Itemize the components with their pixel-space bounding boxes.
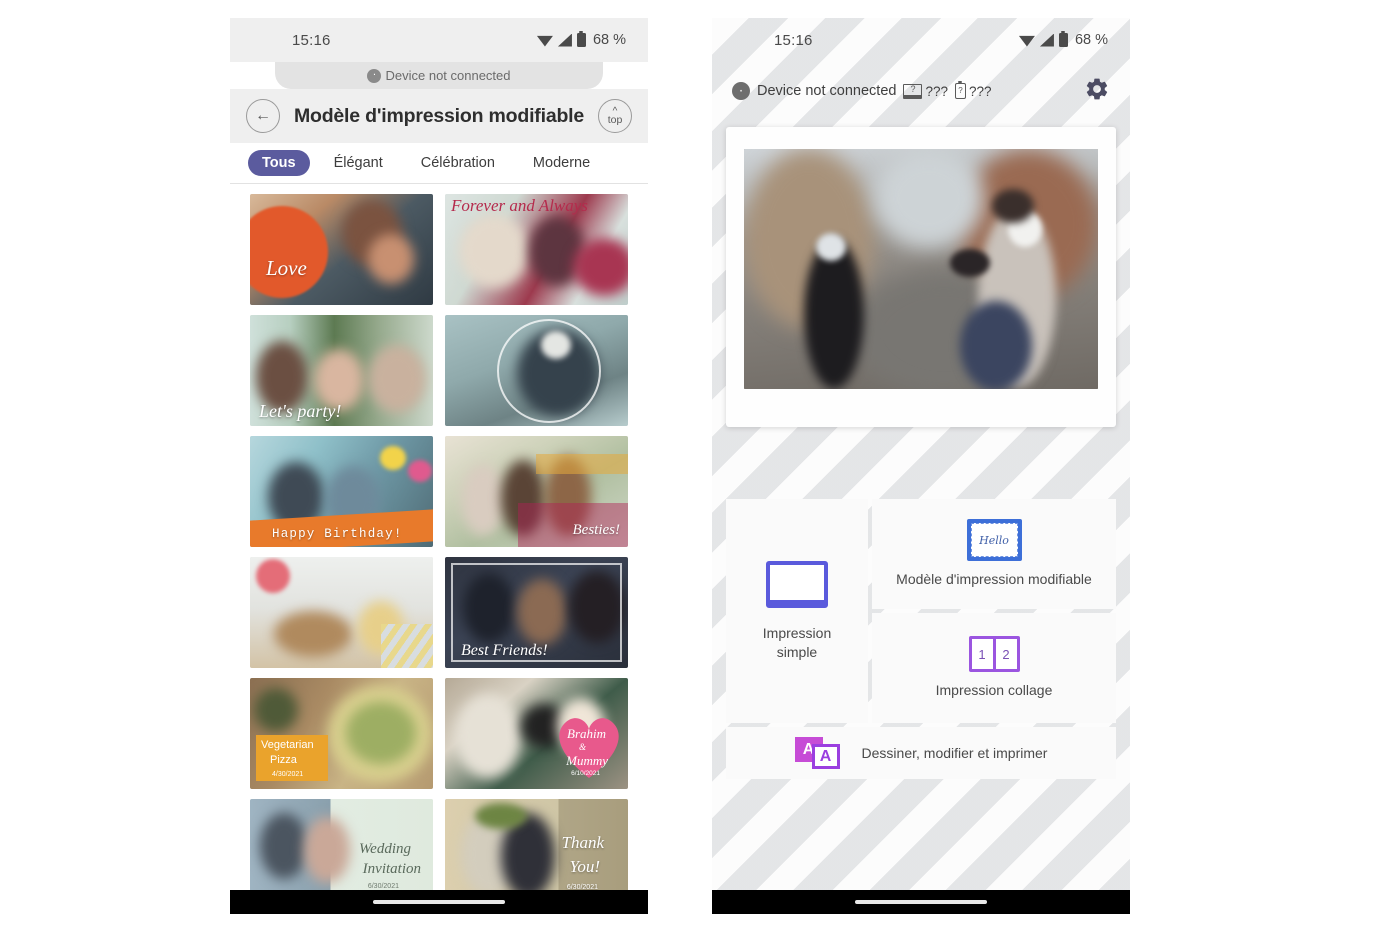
template-caption-line1: Brahim xyxy=(567,726,606,741)
system-navigation-bar-left xyxy=(230,890,648,914)
back-button[interactable]: ← xyxy=(246,99,280,133)
device-status-header: · Device not connected ? ??? ? ??? xyxy=(712,62,1130,110)
tab-elegant[interactable]: Élégant xyxy=(320,150,397,176)
menu-label-line2: simple xyxy=(776,643,818,660)
tab-celebration[interactable]: Célébration xyxy=(407,150,509,176)
menu-label-line1: Impression xyxy=(762,625,832,642)
hello-template-icon: Hello xyxy=(966,519,1022,562)
collage-cell-1: 1 xyxy=(971,639,993,670)
phone-screen-left: 15:16 68 % · Device not connected ← Modè… xyxy=(230,18,648,914)
app-bar: ← Modèle d'impression modifiable ^ top xyxy=(230,89,648,143)
preview-photo[interactable] xyxy=(744,149,1098,389)
template-caption-amp: & xyxy=(578,742,586,752)
status-bar-left: 15:16 68 % xyxy=(230,18,648,62)
bluetooth-status-text: Device not connected xyxy=(757,83,897,99)
bluetooth-icon: · xyxy=(367,68,382,83)
menu-item-dessiner-modifier-imprimer[interactable]: A A Dessiner, modifier et imprimer xyxy=(726,727,1116,779)
menu-item-label: Impression simple xyxy=(763,624,831,661)
template-caption: Best Friends! xyxy=(461,642,548,659)
template-caption-line1: Thank xyxy=(561,833,605,852)
printer-battery-value: ??? xyxy=(968,83,992,99)
printer-battery-icon: ? xyxy=(954,81,966,99)
template-caption-date: 6/10/2021 xyxy=(571,770,600,777)
battery-icon xyxy=(576,30,586,47)
template-caption: Love xyxy=(266,256,307,280)
wifi-icon xyxy=(536,35,553,47)
template-card-dog-and-girl[interactable] xyxy=(250,557,433,668)
template-caption-line1: Wedding xyxy=(359,841,411,857)
status-time: 15:16 xyxy=(292,31,331,49)
template-card-happy-birthday[interactable]: Happy Birthday! xyxy=(250,436,433,547)
template-caption-line2: Pizza xyxy=(270,754,297,766)
wifi-icon xyxy=(1018,35,1035,47)
print-mode-row: Impression simple Hello Modèle d'impress… xyxy=(726,499,1116,723)
tab-tous[interactable]: Tous xyxy=(248,150,310,176)
status-bar-right: 15:16 68 % xyxy=(712,18,1130,62)
status-time: 15:16 xyxy=(774,31,813,49)
menu-item-impression-collage[interactable]: 1 2 Impression collage xyxy=(872,613,1116,723)
phone-screen-right: 15:16 68 % · Device not connected ? ??? … xyxy=(712,18,1130,914)
template-card-forever-and-always[interactable]: Forever and Always xyxy=(445,194,628,305)
tab-moderne[interactable]: Moderne xyxy=(519,150,604,176)
template-card-best-friends[interactable]: Best Friends! xyxy=(445,557,628,668)
menu-item-modele-impression-modifiable[interactable]: Hello Modèle d'impression modifiable xyxy=(872,499,1116,609)
bluetooth-icon: · xyxy=(732,82,750,100)
category-tab-bar: Tous Élégant Célébration Moderne xyxy=(230,143,648,184)
printer-battery-status: ? ??? xyxy=(954,81,992,99)
template-caption: Forever and Always xyxy=(451,196,588,215)
template-grid: Love Forever and Always Let's party! Hap… xyxy=(230,184,648,910)
template-caption: Besties! xyxy=(572,522,620,538)
menu-item-label: Modèle d'impression modifiable xyxy=(896,571,1092,588)
menu-item-impression-simple[interactable]: Impression simple xyxy=(726,499,868,723)
template-card-vegetarian-pizza[interactable]: Vegetarian Pizza 4/30/2021 xyxy=(250,678,433,789)
signal-icon xyxy=(557,33,572,47)
home-indicator[interactable] xyxy=(855,900,987,904)
template-caption-date: 4/30/2021 xyxy=(272,771,304,778)
print-mode-column: Hello Modèle d'impression modifiable 1 2… xyxy=(872,499,1116,723)
simple-print-icon xyxy=(766,561,828,609)
template-caption-line1: Vegetarian xyxy=(261,739,314,751)
bluetooth-status-banner[interactable]: · Device not connected xyxy=(275,62,603,89)
template-caption-line2: Mummy xyxy=(566,753,608,768)
template-caption-line2: You! xyxy=(569,857,600,876)
menu-item-label: Impression collage xyxy=(935,682,1053,699)
scroll-to-top-button[interactable]: ^ top xyxy=(598,99,632,133)
print-mode-menu: Impression simple Hello Modèle d'impress… xyxy=(726,499,1116,779)
photo-preview-card[interactable] xyxy=(726,127,1116,427)
scroll-to-top-label: top xyxy=(607,114,623,126)
template-caption-date: 6/30/2021 xyxy=(367,883,399,890)
printer-icon: ? xyxy=(903,83,923,99)
back-arrow-icon: ← xyxy=(255,107,271,124)
system-navigation-bar-right xyxy=(712,890,1130,914)
template-card-lets-party[interactable]: Let's party! xyxy=(250,315,433,426)
signal-icon xyxy=(1039,33,1054,47)
draw-edit-print-icon: A A xyxy=(794,737,848,769)
bluetooth-status-text: Device not connected xyxy=(385,68,511,83)
battery-icon xyxy=(1058,30,1068,47)
template-card-love[interactable]: Love xyxy=(250,194,433,305)
template-card-brahim-and-mummy[interactable]: Brahim & Mummy 6/10/2021 xyxy=(445,678,628,789)
template-caption: Let's party! xyxy=(259,401,342,421)
menu-item-label: Dessiner, modifier et imprimer xyxy=(861,744,1048,761)
template-card-winter-wreath[interactable] xyxy=(445,315,628,426)
gear-icon xyxy=(1086,78,1108,99)
template-card-besties[interactable]: Besties! xyxy=(445,436,628,547)
home-indicator[interactable] xyxy=(373,900,505,904)
collage-cell-2: 2 xyxy=(995,639,1017,670)
draw-icon-letter-2: A xyxy=(811,744,840,769)
collage-icon: 1 2 xyxy=(968,636,1020,673)
settings-button[interactable] xyxy=(1084,76,1110,107)
page-title: Modèle d'impression modifiable xyxy=(293,104,585,127)
template-caption-line2: Invitation xyxy=(362,861,421,877)
status-icons: 68 % xyxy=(1018,30,1108,48)
status-icons: 68 % xyxy=(536,30,626,48)
printer-status-value: ??? xyxy=(925,83,948,99)
printer-status: ? ??? xyxy=(903,83,948,99)
template-caption: Happy Birthday! xyxy=(272,527,403,541)
hello-template-icon-text: Hello xyxy=(970,523,1018,558)
battery-percent: 68 % xyxy=(592,32,626,48)
battery-percent: 68 % xyxy=(1074,32,1108,48)
